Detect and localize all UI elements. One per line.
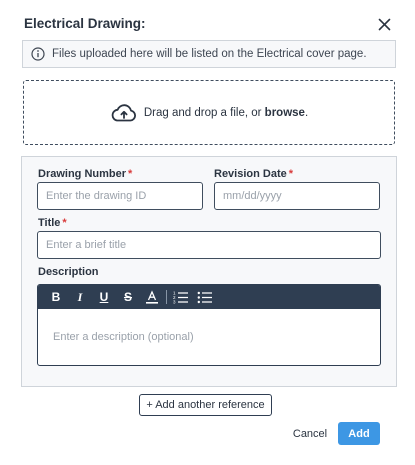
italic-icon[interactable]: I <box>68 285 92 309</box>
revision-date-label-text: Revision Date <box>214 168 287 180</box>
title-label-text: Title <box>38 217 61 229</box>
file-dropzone[interactable]: Drag and drop a file, or browse. <box>23 80 395 145</box>
drawing-number-label: Drawing Number * <box>38 168 132 180</box>
info-banner: Files uploaded here will be listed on th… <box>22 40 396 68</box>
bold-icon[interactable]: B <box>44 285 68 309</box>
title-input[interactable] <box>37 231 381 259</box>
title-label: Title * <box>38 217 67 229</box>
dialog-title: Electrical Drawing: <box>24 16 146 31</box>
text-color-icon[interactable] <box>140 285 164 309</box>
reference-form-card: Drawing Number* Revision Date* Title* De… <box>21 156 397 387</box>
add-button[interactable]: Add <box>338 422 380 445</box>
drawing-number-input[interactable] <box>37 182 203 210</box>
dropzone-suffix: . <box>304 106 309 119</box>
close-icon[interactable] <box>373 13 395 35</box>
editor-toolbar: B I U S 123 <box>38 285 380 309</box>
required-marker: * <box>128 168 133 180</box>
description-label: Description <box>38 266 99 278</box>
browse-link[interactable]: browse <box>265 107 305 119</box>
toolbar-divider <box>166 290 167 304</box>
dialog-header: Electrical Drawing: <box>24 15 395 35</box>
ordered-list-icon[interactable]: 123 <box>169 285 193 309</box>
description-editor: B I U S 123 Enter a description (optiona… <box>37 284 381 366</box>
svg-text:3: 3 <box>173 300 176 305</box>
cancel-button[interactable]: Cancel <box>285 423 335 445</box>
info-text: Files uploaded here will be listed on th… <box>52 48 367 60</box>
required-marker: * <box>62 217 67 229</box>
cloud-upload-icon <box>110 103 138 123</box>
revision-date-input[interactable] <box>214 182 380 210</box>
drawing-number-label-text: Drawing Number <box>38 168 127 180</box>
strikethrough-icon[interactable]: S <box>116 285 140 309</box>
info-icon <box>31 47 45 61</box>
required-marker: * <box>288 168 294 180</box>
dropzone-prompt: Drag and drop a file, or <box>143 106 265 119</box>
description-textarea[interactable]: Enter a description (optional) <box>38 309 380 365</box>
underline-icon[interactable]: U <box>92 285 116 309</box>
revision-date-label: Revision Date * <box>214 168 293 180</box>
add-another-reference-button[interactable]: + Add another reference <box>139 394 272 416</box>
dropzone-text: Drag and drop a file, or browse. <box>144 107 308 119</box>
bulleted-list-icon[interactable] <box>193 285 217 309</box>
